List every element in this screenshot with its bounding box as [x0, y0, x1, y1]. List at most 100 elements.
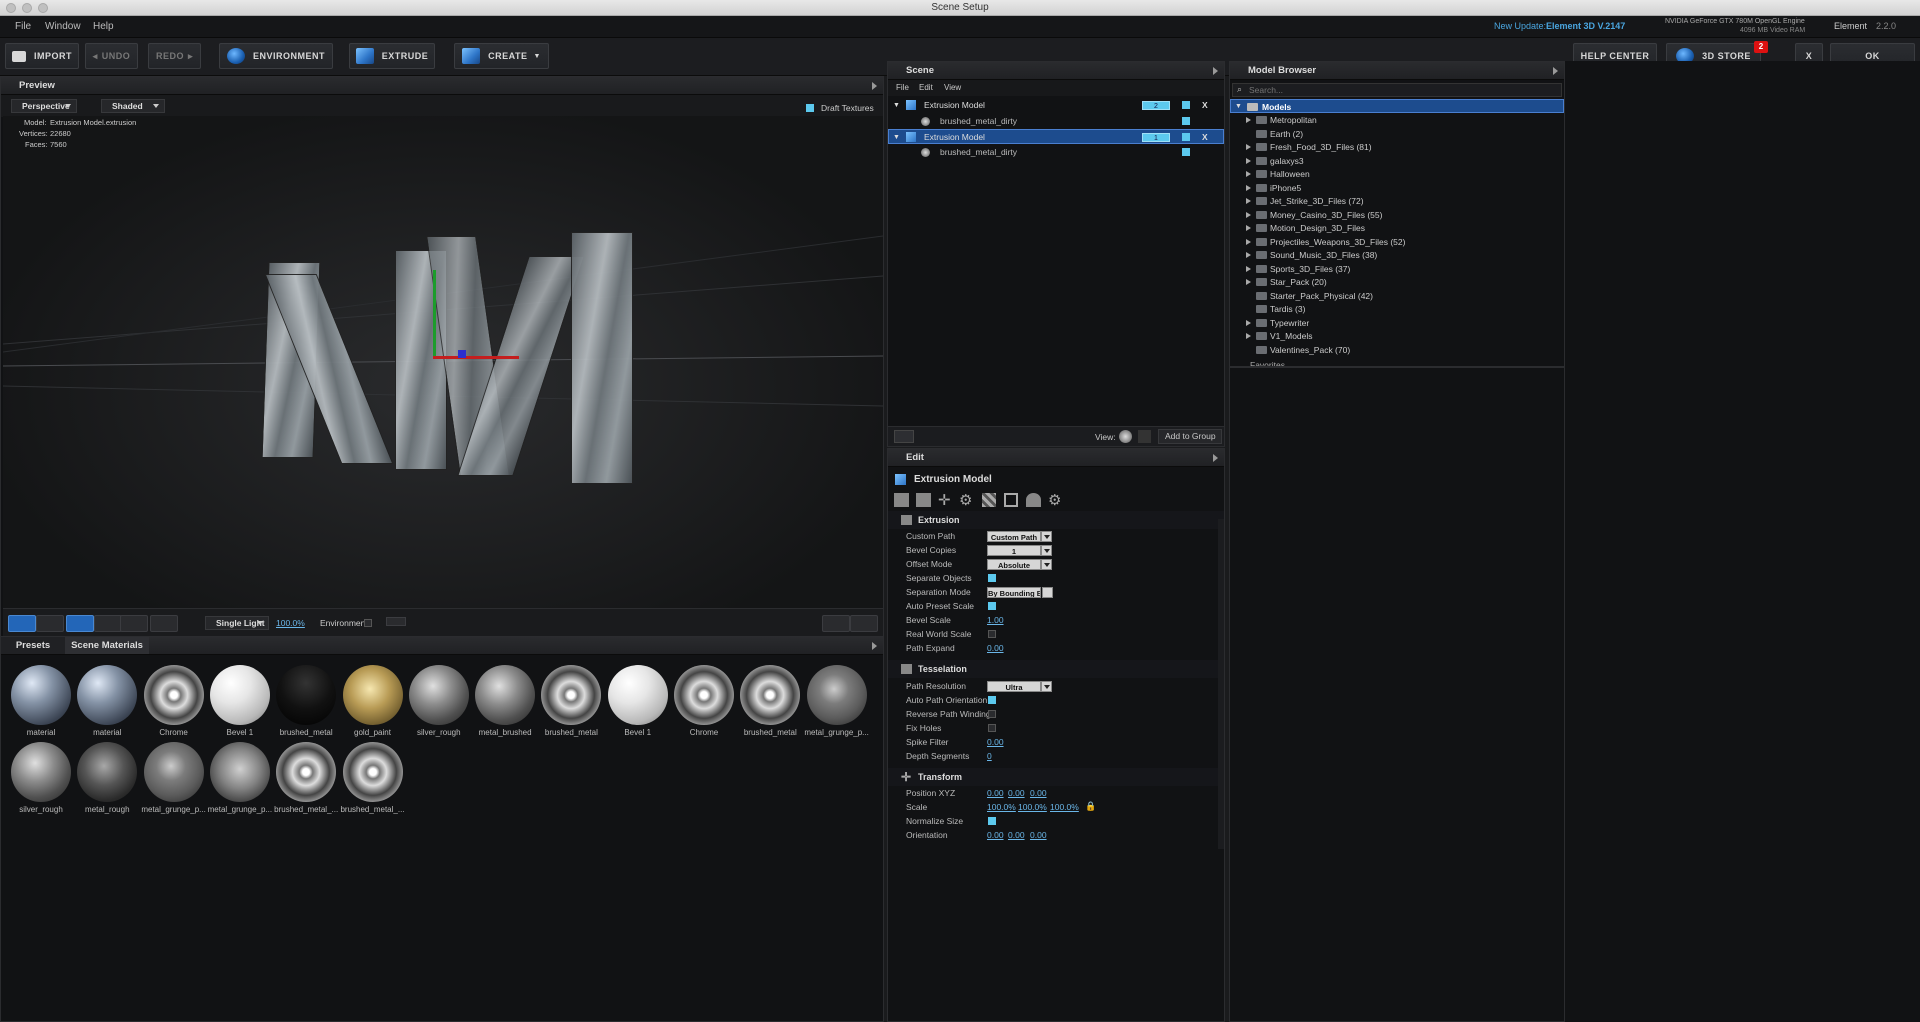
scene-menu-file[interactable]: File: [896, 83, 909, 92]
material-swatch[interactable]: [11, 742, 71, 802]
gizmo-z-axis[interactable]: [458, 350, 466, 358]
auto-path-orientation-checkbox[interactable]: [988, 696, 996, 704]
material-swatch[interactable]: [11, 665, 71, 725]
undo-button[interactable]: ◂ UNDO: [85, 43, 138, 69]
material-swatch[interactable]: [674, 665, 734, 725]
gizmo-x-axis[interactable]: [433, 356, 519, 359]
expand-icon[interactable]: ▼: [893, 98, 900, 113]
expand-icon[interactable]: ▼: [893, 130, 900, 145]
select-tool-icon[interactable]: [36, 615, 64, 632]
browser-folder-item[interactable]: Star_Pack (20): [1230, 275, 1564, 289]
panel-arrow-icon[interactable]: [1553, 67, 1558, 75]
create-button[interactable]: CREATE ▼: [454, 43, 549, 69]
material-swatch[interactable]: [77, 665, 138, 725]
auto-preset-scale-checkbox[interactable]: [988, 602, 996, 610]
panel-arrow-icon[interactable]: [1213, 454, 1218, 462]
position-y[interactable]: 0.00: [1008, 788, 1025, 798]
view-mode-dropdown[interactable]: Perspective: [11, 99, 77, 113]
browser-folder-item[interactable]: Projectiles_Weapons_3D_Files (52): [1230, 235, 1564, 249]
expand-arrow-icon[interactable]: [1246, 117, 1251, 123]
expand-icon[interactable]: ▼: [1235, 100, 1242, 114]
orientation-x[interactable]: 0.00: [987, 830, 1004, 840]
expand-arrow-icon[interactable]: [1246, 319, 1251, 326]
expand-arrow-icon[interactable]: [1246, 265, 1251, 272]
material-swatch[interactable]: [276, 742, 337, 802]
panel-arrow-icon[interactable]: [872, 82, 877, 90]
3d-viewport[interactable]: Model: Extrusion Model.extrusion Vertice…: [3, 116, 883, 608]
tab-scene-materials[interactable]: Scene Materials: [65, 637, 149, 654]
group-selector[interactable]: 2: [1142, 101, 1170, 110]
material-swatch[interactable]: [143, 665, 204, 725]
environment-checkbox[interactable]: [364, 619, 372, 627]
position-x[interactable]: 0.00: [987, 788, 1004, 798]
visibility-checkbox[interactable]: [1182, 117, 1190, 125]
search-input[interactable]: [1249, 84, 1549, 96]
environment-button[interactable]: ENVIRONMENT: [219, 43, 333, 69]
material-swatch[interactable]: [77, 742, 138, 802]
delete-icon[interactable]: X: [1202, 98, 1208, 113]
expand-arrow-icon[interactable]: [1246, 279, 1251, 285]
offset-mode-dropdown[interactable]: Absolute: [987, 559, 1052, 570]
extrude-button[interactable]: EXTRUDE: [349, 43, 435, 69]
browser-folder-item[interactable]: Jet_Strike_3D_Files (72): [1230, 194, 1564, 208]
browser-folder-item[interactable]: Sound_Music_3D_Files (38): [1230, 248, 1564, 262]
add-folder-icon[interactable]: [894, 430, 914, 443]
tab-presets[interactable]: Presets: [1, 637, 65, 654]
expand-arrow-icon[interactable]: [1246, 144, 1251, 150]
path-expand-value[interactable]: 0.00: [987, 643, 1004, 653]
visibility-checkbox[interactable]: [1182, 101, 1190, 109]
scale-z[interactable]: 100.0%: [1050, 802, 1079, 812]
scale-x[interactable]: 100.0%: [987, 802, 1016, 812]
settings-tab-icon[interactable]: ⚙: [1048, 491, 1061, 509]
material-swatch[interactable]: [209, 665, 270, 725]
gears-tab-icon[interactable]: ⚙: [959, 491, 972, 509]
minimize-window-icon[interactable]: [22, 3, 32, 13]
visibility-checkbox[interactable]: [1182, 148, 1190, 156]
browser-folder-item[interactable]: Sports_3D_Files (37): [1230, 262, 1564, 276]
scene-row-model-1[interactable]: ▼ Extrusion Model 1 X: [888, 129, 1224, 144]
material-swatch[interactable]: [276, 665, 337, 725]
browser-folder-item[interactable]: Money_Casino_3D_Files (55): [1230, 208, 1564, 222]
visibility-checkbox[interactable]: [1182, 133, 1190, 141]
expand-arrow-icon[interactable]: [1246, 225, 1251, 231]
delete-icon[interactable]: X: [1202, 130, 1208, 145]
material-swatch[interactable]: [607, 665, 668, 725]
material-swatch[interactable]: [143, 742, 204, 802]
browser-folder-item[interactable]: Halloween: [1230, 167, 1564, 181]
browser-folder-item[interactable]: Valentines_Pack (70): [1230, 343, 1564, 357]
expand-arrow-icon[interactable]: [1246, 157, 1251, 164]
expand-arrow-icon[interactable]: [1246, 252, 1251, 258]
menu-window[interactable]: Window: [45, 21, 81, 32]
scale-y[interactable]: 100.0%: [1018, 802, 1047, 812]
view-object-icon[interactable]: [1138, 430, 1151, 443]
target-icon[interactable]: [822, 615, 850, 632]
expand-arrow-icon[interactable]: [1246, 238, 1251, 245]
transform-section[interactable]: ✛ Transform: [888, 768, 1224, 786]
scene-row-material[interactable]: brushed_metal_dirty: [888, 114, 1224, 129]
redo-button[interactable]: REDO ▸: [148, 43, 201, 69]
spike-filter-value[interactable]: 0.00: [987, 737, 1004, 747]
expand-arrow-icon[interactable]: [1246, 184, 1251, 191]
scene-row-material[interactable]: brushed_metal_dirty: [888, 145, 1224, 160]
camera-tool-icon[interactable]: [8, 615, 36, 632]
material-swatch[interactable]: [209, 742, 270, 802]
browser-folder-item[interactable]: Typewriter: [1230, 316, 1564, 330]
extrusion-tab-icon[interactable]: [894, 493, 909, 507]
add-to-group-button[interactable]: Add to Group: [1158, 429, 1222, 444]
group-tab-icon[interactable]: [1026, 493, 1041, 507]
draft-textures-checkbox[interactable]: [806, 104, 814, 112]
group-selector[interactable]: 1: [1142, 133, 1170, 142]
browser-folder-item[interactable]: V1_Models: [1230, 329, 1564, 343]
environment-swatch[interactable]: [386, 617, 406, 626]
panel-arrow-icon[interactable]: [1213, 67, 1218, 75]
expand-arrow-icon[interactable]: [1246, 211, 1251, 218]
menu-help[interactable]: Help: [93, 21, 114, 32]
close-window-icon[interactable]: [6, 3, 16, 13]
gizmo-y-axis[interactable]: [433, 270, 436, 358]
favorites-label[interactable]: Favorites: [1250, 360, 1285, 370]
separate-objects-checkbox[interactable]: [988, 574, 996, 582]
material-swatch[interactable]: [342, 665, 403, 725]
browser-folder-item[interactable]: iPhone5: [1230, 181, 1564, 195]
material-swatch[interactable]: [475, 665, 536, 725]
monitor-icon[interactable]: [850, 615, 878, 632]
